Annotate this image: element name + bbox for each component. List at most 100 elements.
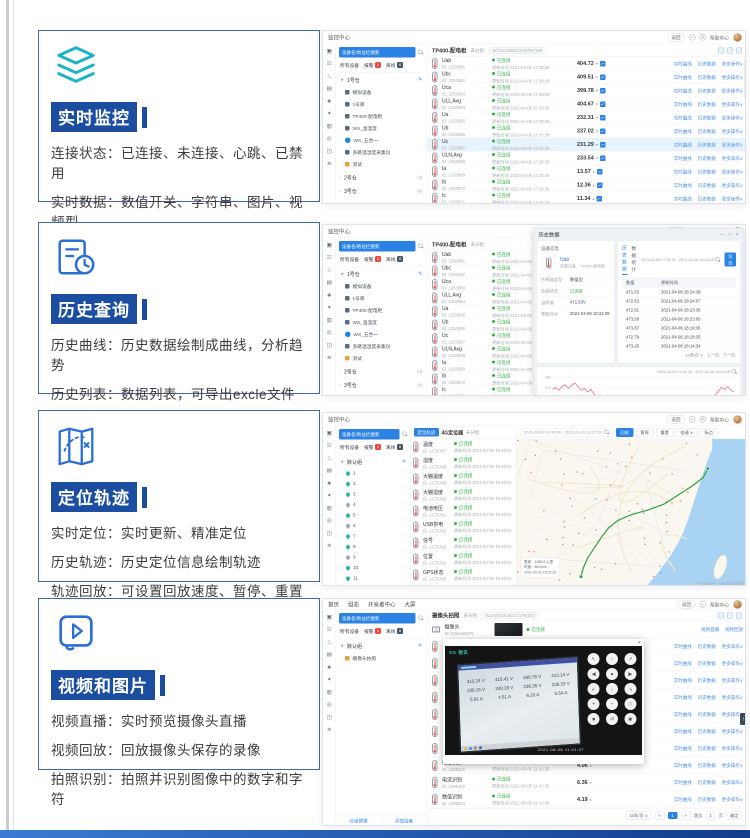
ptz-button[interactable]: ↘ xyxy=(624,683,636,695)
tree-item[interactable]: 模拟设备 xyxy=(339,280,424,292)
rail-icon[interactable]: ≋ xyxy=(325,159,334,168)
tree-item[interactable]: 10 xyxy=(339,563,408,574)
search-icon[interactable] xyxy=(715,257,721,263)
avatar[interactable] xyxy=(733,415,742,424)
back-button[interactable]: 返回 xyxy=(677,600,695,609)
action-link[interactable]: 历史数据 xyxy=(698,643,716,650)
device-row[interactable]: 数值识别ID: 1286103 已连接更新时间 2021-08-06 11:41… xyxy=(427,791,746,808)
camera-row[interactable]: 摄像头ID: DS6459875 已连接 视频直播视频回放 xyxy=(427,621,746,638)
action-link[interactable]: 实时曲线 xyxy=(674,101,692,108)
tree-tab[interactable]: 所有设备 xyxy=(340,444,359,451)
action-link[interactable]: 历史数据 xyxy=(698,74,716,81)
tree-item[interactable]: 测试 xyxy=(339,158,424,170)
rail-icon[interactable]: ♨ xyxy=(325,453,334,462)
trend-icon[interactable] xyxy=(600,88,606,94)
action-link[interactable]: 更多操作∨ xyxy=(722,796,743,803)
device-row[interactable]: UabID: 1253961 已连接更新时间 2021-04-06 17:26:… xyxy=(427,57,746,71)
ptz-button[interactable]: ▶ xyxy=(624,668,636,680)
rail-icon[interactable]: ▣ xyxy=(325,240,334,249)
next-page-button[interactable]: > xyxy=(681,811,690,819)
trend-icon[interactable] xyxy=(600,142,606,148)
action-link[interactable]: 更多操作∨ xyxy=(722,643,743,650)
action-link[interactable]: 实时曲线 xyxy=(674,141,692,148)
rail-icon[interactable]: ▣ xyxy=(325,428,334,437)
page-size-select[interactable]: 10条/页 ∨ xyxy=(626,811,652,820)
rail-icon[interactable]: ≋ xyxy=(325,353,334,362)
close-icon[interactable]: × xyxy=(637,639,641,646)
page-size[interactable]: 10条/页 ∨ xyxy=(685,353,703,359)
rail-icon[interactable]: ♨ xyxy=(325,71,334,80)
action-link[interactable]: 实时曲线 xyxy=(674,155,692,162)
map-canvas[interactable]: 里程：1268.5 公里 时速：86 km/h 2021-03-31 19:37… xyxy=(517,439,747,586)
action-link[interactable]: 实时曲线 xyxy=(674,74,692,81)
action-link[interactable]: 实时曲线 xyxy=(674,195,692,202)
tree-group[interactable]: ▼1号仓✎ xyxy=(339,267,424,281)
rail-icon[interactable]: ≋ xyxy=(325,541,334,550)
action-link[interactable]: 历史数据 xyxy=(698,155,716,162)
action-link[interactable]: 更多操作∨ xyxy=(722,762,743,769)
help-link[interactable]: 帮助中心 xyxy=(710,416,729,423)
action-link[interactable]: 更多操作∨ xyxy=(722,745,743,752)
action-link[interactable]: 实时曲线 xyxy=(674,168,692,175)
ptz-button[interactable]: ↑ xyxy=(606,653,618,665)
device-name[interactable]: Uab xyxy=(560,257,605,263)
nav-menu-item[interactable]: 组态 xyxy=(348,600,359,608)
back-button[interactable]: 返回 xyxy=(667,415,685,424)
rail-icon[interactable]: ◈ xyxy=(325,478,334,487)
tree-item[interactable]: TP400-配电柜 xyxy=(339,304,424,316)
search-icon[interactable] xyxy=(604,430,610,436)
device-row[interactable]: IbID: 1253970 已连接更新时间 2021-04-06 17:26:3… xyxy=(427,179,746,193)
action-link[interactable]: 历史数据 xyxy=(698,660,716,667)
action-link[interactable]: 历史数据 xyxy=(698,87,716,94)
action-link[interactable]: 历史数据 xyxy=(698,694,716,701)
action-link[interactable]: 实时曲线 xyxy=(674,182,692,189)
tree-group-collapsed[interactable]: ›3号仓(4) xyxy=(339,378,424,392)
edit-icon[interactable]: ✎ xyxy=(402,459,406,465)
map-button[interactable]: 暂停 xyxy=(636,428,654,437)
rail-icon[interactable]: ☷ xyxy=(325,625,334,634)
prev-page[interactable]: 上一页 xyxy=(707,353,719,359)
rail-icon[interactable]: ☷ xyxy=(325,59,334,68)
tree-item[interactable]: WS_温湿度 xyxy=(339,316,424,328)
prev-page-button[interactable]: < xyxy=(655,811,664,819)
tree-tab[interactable]: 离线8 xyxy=(386,444,403,451)
action-link[interactable]: 实时曲线 xyxy=(674,60,692,67)
ptz-button[interactable]: ◀ xyxy=(588,668,600,680)
tree-group-collapsed[interactable]: ›2号仓(4) xyxy=(339,170,424,184)
ptz-button[interactable]: □ xyxy=(624,698,636,710)
device-row[interactable]: 信号ID: 1275793 已连接更新时间 2021-04-06 19:19:0… xyxy=(411,535,516,551)
tree-item[interactable]: 5 xyxy=(339,510,408,521)
rail-icon[interactable]: ✦ xyxy=(325,303,334,312)
edit-icon[interactable]: ✎ xyxy=(418,643,422,649)
action-link[interactable]: 历史数据 xyxy=(698,195,716,202)
device-row[interactable]: UaID: 1253965 已连接更新时间 2021-04-06 17:26:3… xyxy=(427,111,746,125)
avatar[interactable] xyxy=(733,600,742,609)
rail-icon[interactable]: ☷ xyxy=(325,253,334,262)
map-button[interactable]: 倍速 ∨ xyxy=(676,428,698,437)
help-link[interactable]: 帮助中心 xyxy=(710,601,729,608)
device-row[interactable]: 位置ID: 1275794 已连接更新时间 2021-04-06 19:19:0… xyxy=(411,551,516,567)
rail-icon[interactable]: ◈ xyxy=(325,662,334,671)
device-row[interactable]: 电流识别ID: 1286102 已连接更新时间 2021-08-06 11:41… xyxy=(427,774,746,791)
device-row[interactable]: 湿度ID: 1275788 已连接更新时间 2021-04-06 19:19:0… xyxy=(411,455,516,471)
action-link[interactable]: 历史数据 xyxy=(698,141,716,148)
action-link[interactable]: 历史数据 xyxy=(698,762,716,769)
trend-icon[interactable] xyxy=(600,115,606,121)
tree-item[interactable]: TP400-配电柜 xyxy=(339,110,424,122)
action-link[interactable]: 历史数据 xyxy=(698,114,716,121)
action-link[interactable]: 更多操作∨ xyxy=(722,74,743,81)
tree-item[interactable]: 多路温湿度采集仪 xyxy=(339,146,424,158)
current-page[interactable]: 1 xyxy=(668,812,677,819)
device-row[interactable]: 温度ID: 1275787 已连接更新时间 2021-04-06 19:19:0… xyxy=(411,439,516,455)
trend-icon[interactable] xyxy=(600,155,606,161)
tree-tab[interactable]: 离线8 xyxy=(386,628,403,635)
ptz-button[interactable]: ↖ xyxy=(588,653,600,665)
tree-group[interactable]: ▼默认组✎ xyxy=(339,639,424,653)
action-link[interactable]: 视频直播 xyxy=(701,626,719,633)
ptz-button[interactable]: ● xyxy=(606,668,618,680)
action-link[interactable]: 历史数据 xyxy=(698,60,716,67)
device-row[interactable]: ULN,AvgID: 1253968 已连接更新时间 2021-04-06 17… xyxy=(427,152,746,166)
tree-item[interactable]: 4 xyxy=(339,500,408,511)
group-manage-link[interactable]: 分组管理 xyxy=(336,815,382,827)
action-link[interactable]: 实时曲线 xyxy=(674,87,692,94)
